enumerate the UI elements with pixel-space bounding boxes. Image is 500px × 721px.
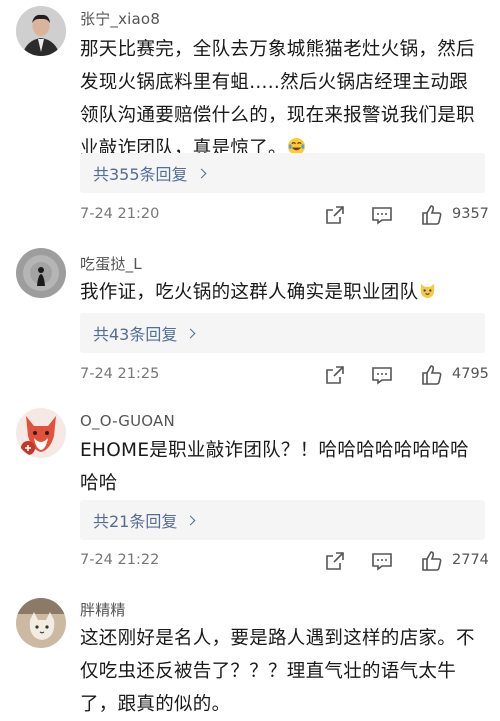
avatar-silhouette-grey-icon: [16, 248, 66, 298]
username[interactable]: 胖精精: [80, 599, 126, 620]
reply-count-label: 共21条回复: [93, 512, 178, 531]
avatar-red-fox-icon: [16, 408, 66, 458]
username[interactable]: 张宁_xiao8: [80, 8, 160, 29]
comment-item: 胖精精 这还刚好是名人，要是路人遇到这样的店家。不仅吃虫还反被告了？？？理直气壮…: [0, 586, 500, 715]
avatar-person-suit-icon: [16, 6, 66, 56]
reply-link[interactable]: 共355条回复: [80, 153, 485, 193]
share-icon[interactable]: [323, 203, 347, 227]
timestamp: 7-24 21:20: [80, 206, 160, 222]
user-avatar[interactable]: [16, 598, 66, 648]
comment-text-content: 那天比赛完，全队去万象城熊猫老灶火锅，然后发现火锅底料里有蛆.....然后火锅店…: [80, 39, 475, 159]
user-avatar[interactable]: [16, 408, 66, 458]
comment-meta: 7-24 21:25 4795: [80, 361, 489, 389]
like-count: 2774: [452, 552, 489, 568]
comment-text: 我作证，吃火锅的这群人确实是职业团队: [80, 276, 485, 309]
chevron-right-icon: [196, 168, 206, 178]
comment-icon[interactable]: [370, 549, 394, 573]
comment-icon[interactable]: [370, 203, 394, 227]
comment-meta: 7-24 21:22 2774: [80, 547, 489, 575]
thumbs-up-icon[interactable]: [420, 363, 444, 387]
comment-text-content: 我作证，吃火锅的这群人确实是职业团队: [80, 282, 419, 303]
username[interactable]: 吃蛋挞_L: [80, 253, 142, 274]
dog-face-emoji-icon: [418, 278, 437, 299]
comment-item: O_O-GUOAN EHOME是职业敲诈团队？！哈哈哈哈哈哈哈哈哈哈 共21条回…: [0, 396, 500, 586]
comment-text: 这还刚好是名人，要是路人遇到这样的店家。不仅吃虫还反被告了？？？理直气壮的语气太…: [80, 628, 475, 715]
username[interactable]: O_O-GUOAN: [80, 412, 175, 430]
comment-text: 那天比赛完，全队去万象城熊猫老灶火锅，然后发现火锅底料里有蛆.....然后火锅店…: [80, 33, 485, 159]
chevron-right-icon: [185, 328, 196, 338]
timestamp: 7-24 21:25: [80, 366, 160, 382]
user-avatar[interactable]: [16, 248, 66, 298]
like-count: 9357: [452, 206, 489, 222]
reply-count-label: 共43条回复: [93, 325, 178, 344]
comment-item: 张宁_xiao8 那天比赛完，全队去万象城熊猫老灶火锅，然后发现火锅底料里有蛆.…: [0, 0, 500, 236]
share-icon[interactable]: [323, 549, 347, 573]
comment-icon[interactable]: [370, 363, 394, 387]
reply-count-label: 共355条回复: [93, 165, 188, 184]
comment-meta: 7-24 21:20 9357: [80, 201, 489, 229]
reply-link[interactable]: 共21条回复: [80, 500, 485, 540]
comment-text: EHOME是职业敲诈团队？！哈哈哈哈哈哈哈哈哈哈: [80, 440, 469, 494]
chevron-right-icon: [185, 515, 196, 525]
thumbs-up-icon[interactable]: [420, 203, 444, 227]
user-avatar[interactable]: [16, 6, 66, 56]
reply-link[interactable]: 共43条回复: [80, 313, 485, 353]
like-count: 4795: [452, 366, 489, 382]
laugh-tears-emoji-icon: [287, 134, 306, 156]
share-icon[interactable]: [323, 363, 347, 387]
timestamp: 7-24 21:22: [80, 552, 160, 568]
avatar-cat-photo-icon: [16, 598, 66, 648]
thumbs-up-icon[interactable]: [420, 549, 444, 573]
comment-item: 吃蛋挞_L 我作证，吃火锅的这群人确实是职业团队 共43条回复 7-24 21:…: [0, 236, 500, 396]
